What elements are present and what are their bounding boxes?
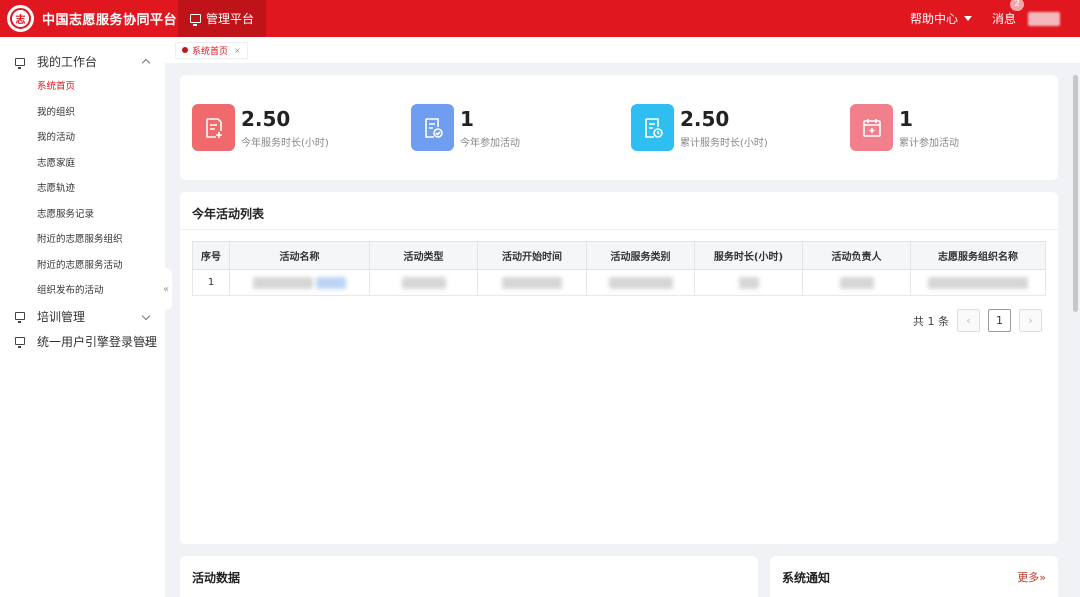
sidebar-item-my-org[interactable]: 我的组织 bbox=[0, 100, 165, 126]
column-header[interactable]: 活动服务类别 bbox=[586, 241, 695, 270]
sidebar-item-nearby-activities[interactable]: 附近的志愿服务活动 bbox=[0, 253, 165, 279]
sidebar-group-label: 统一用户引擎登录管理 bbox=[37, 334, 158, 349]
system-notice-title: 系统通知 bbox=[782, 571, 831, 585]
logo-mark: 志 bbox=[10, 8, 31, 29]
stat-value: 2.50 bbox=[680, 106, 730, 131]
sidebar-item-volunteer-trace[interactable]: 志愿轨迹 bbox=[0, 176, 165, 202]
chevron-down-icon bbox=[141, 311, 151, 320]
stat-value: 2.50 bbox=[241, 106, 291, 131]
stat-label: 今年服务时长(小时) bbox=[241, 137, 329, 149]
column-header[interactable]: 活动开始时间 bbox=[477, 241, 587, 270]
next-page-button[interactable]: › bbox=[1019, 309, 1042, 332]
cell-redacted bbox=[369, 269, 478, 296]
stat-total-hours: 2.50 累计服务时长(小时) bbox=[631, 104, 768, 151]
sidebar-item-service-records[interactable]: 志愿服务记录 bbox=[0, 202, 165, 228]
sidebar-group-label: 培训管理 bbox=[37, 309, 86, 324]
monitor-icon bbox=[15, 337, 25, 348]
pagination: 共 1 条 ‹ 1 › bbox=[913, 309, 1042, 332]
tag-home[interactable]: 系统首页 × bbox=[175, 41, 248, 59]
help-center-label: 帮助中心 bbox=[909, 12, 958, 26]
activity-list-title: 今年活动列表 bbox=[192, 207, 265, 221]
column-header[interactable]: 活动类型 bbox=[369, 241, 478, 270]
messages-button[interactable]: 消息 2 bbox=[991, 0, 1024, 27]
monitor-icon bbox=[15, 57, 25, 69]
column-header[interactable]: 序号 bbox=[192, 241, 230, 270]
sidebar-group-training[interactable]: 培训管理 bbox=[0, 304, 165, 329]
cell-redacted bbox=[694, 269, 803, 296]
sidebar-item-nearby-orgs[interactable]: 附近的志愿服务组织 bbox=[0, 227, 165, 253]
help-center-dropdown[interactable]: 帮助中心 bbox=[910, 10, 972, 27]
column-header[interactable]: 志愿服务组织名称 bbox=[910, 241, 1046, 270]
activity-list-card: 今年活动列表 序号 活动名称 活动类型 活动开始时间 活动服务类别 服务时长(小… bbox=[180, 192, 1058, 544]
column-header[interactable]: 服务时长(小时) bbox=[694, 241, 803, 270]
messages-label: 消息 bbox=[991, 12, 1016, 26]
more-link[interactable]: 更多» bbox=[1017, 569, 1046, 585]
column-header[interactable]: 活动名称 bbox=[229, 241, 370, 270]
sidebar-collapse-button[interactable]: « bbox=[160, 268, 172, 310]
column-header[interactable]: 活动负责人 bbox=[802, 241, 911, 270]
system-notice-card: 系统通知 更多» bbox=[770, 556, 1058, 597]
sidebar-item-volunteer-family[interactable]: 志愿家庭 bbox=[0, 151, 165, 177]
app-title: 中国志愿服务协同平台 bbox=[42, 13, 178, 28]
stat-total-activities: 1 累计参加活动 bbox=[850, 104, 959, 151]
calendar-add-icon bbox=[850, 104, 893, 151]
stat-value: 1 bbox=[460, 106, 474, 131]
activity-table: 序号 活动名称 活动类型 活动开始时间 活动服务类别 服务时长(小时) 活动负责… bbox=[192, 241, 1046, 296]
cell-index: 1 bbox=[192, 269, 230, 296]
page-number-button[interactable]: 1 bbox=[988, 309, 1011, 332]
nav-tab-admin-platform[interactable]: 管理平台 bbox=[178, 0, 267, 37]
sidebar-item-my-activities[interactable]: 我的活动 bbox=[0, 125, 165, 151]
stat-year-hours: 2.50 今年服务时长(小时) bbox=[192, 104, 329, 151]
tag-label: 系统首页 bbox=[192, 46, 229, 57]
messages-badge: 2 bbox=[1010, 0, 1024, 11]
monitor-icon bbox=[190, 14, 201, 26]
stat-label: 累计服务时长(小时) bbox=[680, 137, 768, 149]
cell-redacted bbox=[802, 269, 911, 296]
cell-redacted bbox=[229, 269, 370, 296]
monitor-icon bbox=[15, 312, 25, 323]
table-row[interactable]: 1 bbox=[192, 269, 1046, 296]
active-dot-icon bbox=[182, 47, 188, 53]
logo-emblem-icon: 志 bbox=[7, 5, 34, 32]
divider bbox=[180, 229, 1058, 230]
stat-label: 累计参加活动 bbox=[899, 137, 959, 149]
stat-label: 今年参加活动 bbox=[460, 137, 520, 149]
document-edit-icon bbox=[192, 104, 235, 151]
sidebar-item-home[interactable]: 系统首页 bbox=[0, 74, 165, 100]
tags-bar: 系统首页 × bbox=[165, 37, 1080, 63]
nav-tab-label: 管理平台 bbox=[206, 12, 255, 26]
chevron-up-icon bbox=[141, 58, 151, 68]
scrollbar[interactable] bbox=[1073, 75, 1078, 312]
document-check-icon bbox=[411, 104, 454, 151]
cell-redacted bbox=[477, 269, 587, 296]
table-header-row: 序号 活动名称 活动类型 活动开始时间 活动服务类别 服务时长(小时) 活动负责… bbox=[192, 241, 1046, 270]
caret-down-icon bbox=[963, 16, 972, 21]
top-bar: 志 中国志愿服务协同平台 管理平台 帮助中心 消息 2 bbox=[0, 0, 1080, 37]
logo[interactable]: 志 中国志愿服务协同平台 bbox=[0, 0, 178, 37]
sidebar: 我的工作台 系统首页 我的组织 我的活动 志愿家庭 志愿轨迹 志愿服务记录 附近… bbox=[0, 37, 165, 597]
stat-value: 1 bbox=[899, 106, 913, 131]
close-icon[interactable]: × bbox=[234, 46, 241, 55]
sidebar-group-label: 我的工作台 bbox=[37, 55, 98, 69]
stats-card: 2.50 今年服务时长(小时) 1 今年参加活动 2.50 累计服务时长(小时)… bbox=[180, 75, 1058, 180]
prev-page-button[interactable]: ‹ bbox=[957, 309, 980, 332]
activity-data-title: 活动数据 bbox=[192, 571, 241, 585]
user-name-redacted[interactable] bbox=[1028, 11, 1060, 26]
cell-redacted bbox=[910, 269, 1046, 296]
cell-redacted bbox=[586, 269, 695, 296]
stat-year-activities: 1 今年参加活动 bbox=[411, 104, 520, 151]
document-clock-icon bbox=[631, 104, 674, 151]
activity-data-card: 活动数据 bbox=[180, 556, 758, 597]
sidebar-group-unified-login[interactable]: 统一用户引擎登录管理 bbox=[0, 329, 165, 354]
total-count: 共 1 条 bbox=[913, 314, 949, 328]
sidebar-item-org-published-activities[interactable]: 组织发布的活动 bbox=[0, 278, 165, 304]
sidebar-group-workbench[interactable]: 我的工作台 bbox=[0, 49, 165, 74]
